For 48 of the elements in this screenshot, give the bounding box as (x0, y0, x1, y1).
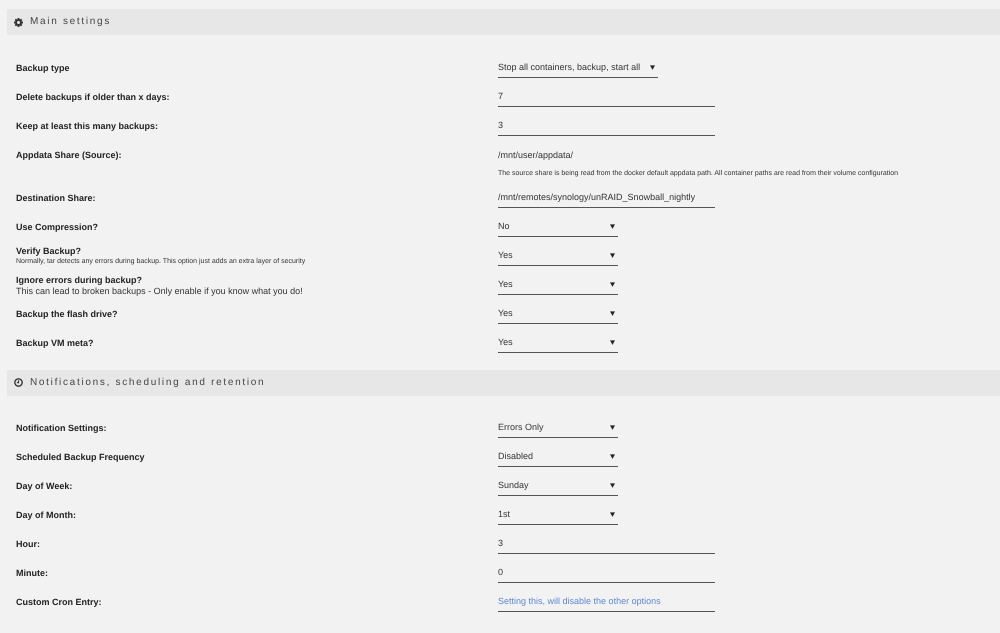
caret-icon (610, 425, 615, 430)
caret-icon (610, 512, 615, 517)
select-field[interactable]: Disabled (498, 447, 618, 467)
setting-label: Backup VM meta? (16, 337, 94, 350)
clock-icon (14, 378, 23, 387)
section-title: Notifications, scheduling and retention (30, 376, 266, 388)
select-field[interactable]: Yes (498, 304, 618, 324)
setting-note: This can lead to broken backups - Only enable if you know what you do! (16, 286, 303, 296)
text-field[interactable]: /mnt/remotes/synology/unRAID_Snowball_nightly (498, 188, 715, 208)
gear-icon (14, 18, 23, 26)
setting-label: Notification Settings: (16, 422, 106, 435)
setting-label: Day of Month: (16, 509, 76, 522)
select-field[interactable]: Yes (498, 333, 618, 353)
caret-icon (610, 340, 615, 345)
text-field[interactable]: 7 (498, 86, 715, 106)
text-field[interactable]: 3 (498, 534, 715, 554)
setting-label: Destination Share: (16, 192, 96, 205)
caret-icon (610, 224, 615, 229)
setting-label: Ignore errors during backup? (16, 274, 142, 286)
select-field[interactable]: 1st (498, 505, 618, 525)
setting-label: Scheduled Backup Frequency (16, 451, 145, 464)
setting-label: Keep at least this many backups: (16, 120, 158, 133)
setting-label: Backup type (16, 62, 70, 75)
setting-label: Minute: (16, 567, 48, 580)
caret-icon (610, 454, 615, 459)
select-field[interactable]: Yes (498, 275, 618, 295)
setting-label: Use Compression? (16, 221, 98, 234)
select-field[interactable]: Sunday (498, 476, 618, 496)
select-field[interactable]: Stop all containers, backup, start all (498, 58, 658, 78)
path-text: /mnt/user/appdata/ (498, 148, 574, 162)
caret-icon (610, 282, 615, 287)
text-field[interactable]: 3 (498, 116, 715, 136)
setting-label: Appdata Share (Source): (16, 148, 122, 162)
select-field[interactable]: No (498, 217, 618, 237)
select-field[interactable]: Yes (498, 246, 618, 266)
text-field[interactable]: 0 (498, 563, 715, 583)
setting-label: Custom Cron Entry: (16, 596, 102, 609)
caret-icon (610, 483, 615, 488)
setting-label: Verify Backup? (16, 246, 82, 256)
setting-label: Backup the flash drive? (16, 308, 118, 321)
caret-icon (610, 253, 615, 258)
section-title: Main settings (30, 16, 112, 28)
caret-icon (610, 311, 615, 316)
setting-label: Delete backups if older than x days: (16, 90, 170, 104)
setting-label: Day of Week: (16, 480, 72, 493)
select-field[interactable]: Errors Only (498, 418, 618, 438)
caret-icon (650, 64, 656, 70)
setting-label: Hour: (16, 538, 40, 551)
